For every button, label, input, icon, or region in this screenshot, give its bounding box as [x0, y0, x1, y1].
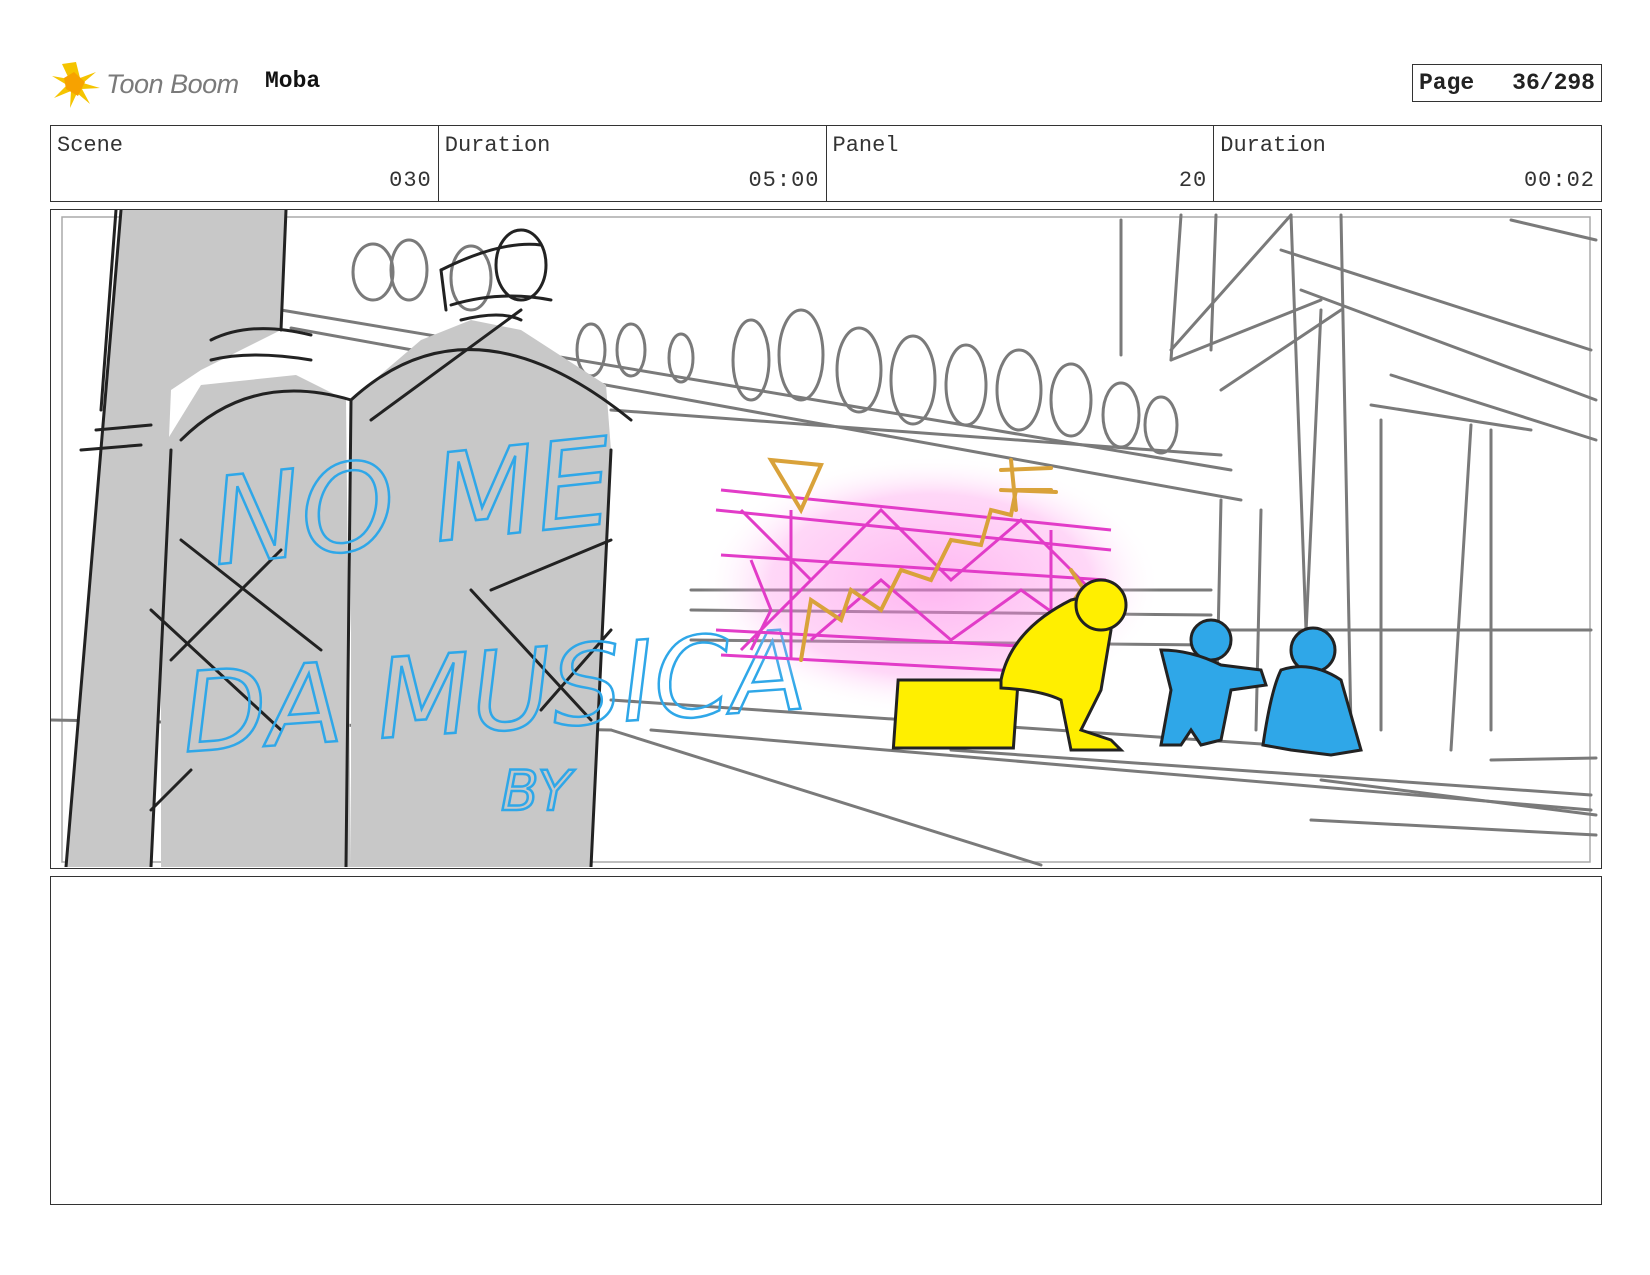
- scene-label: Scene: [57, 133, 124, 158]
- project-title: Moba: [265, 68, 321, 94]
- storyboard-sketch: NO ME DA MUSICA BY: [51, 210, 1598, 867]
- storyboard-panel[interactable]: NO ME DA MUSICA BY: [50, 209, 1602, 869]
- spray-cans: NO ME DA MUSICA BY: [64, 210, 811, 867]
- scene-duration-label: Duration: [444, 133, 551, 158]
- scene-cell: Scene 030: [51, 126, 439, 201]
- brand-name: Toon Boom: [106, 68, 239, 99]
- page-counter: Page 36/298: [1412, 64, 1602, 102]
- starburst-icon: [52, 62, 100, 108]
- panel-duration-cell: Duration 00:02: [1214, 126, 1601, 201]
- page-label: Page: [1419, 70, 1475, 96]
- page-number: 36/298: [1512, 70, 1595, 96]
- panel-notes-area[interactable]: [50, 876, 1602, 1205]
- panel-number: 20: [1178, 168, 1208, 193]
- graffiti-line-3: BY: [501, 759, 576, 823]
- panel-label: Panel: [832, 133, 899, 158]
- panel-duration-label: Duration: [1220, 133, 1326, 158]
- page-header: Toon Boom Moba Page 36/298: [50, 58, 1602, 110]
- panel-duration-value: 00:02: [1523, 168, 1595, 193]
- scene-duration-cell: Duration 05:00: [439, 126, 827, 201]
- panel-cell: Panel 20: [827, 126, 1215, 201]
- shot-info-table: Scene 030 Duration 05:00 Panel 20 Durati…: [50, 125, 1602, 202]
- scene-duration-value: 05:00: [748, 168, 820, 193]
- scene-number: 030: [389, 168, 432, 193]
- toon-boom-logo: Toon Boom: [50, 58, 239, 110]
- blue-characters: [1159, 618, 1363, 757]
